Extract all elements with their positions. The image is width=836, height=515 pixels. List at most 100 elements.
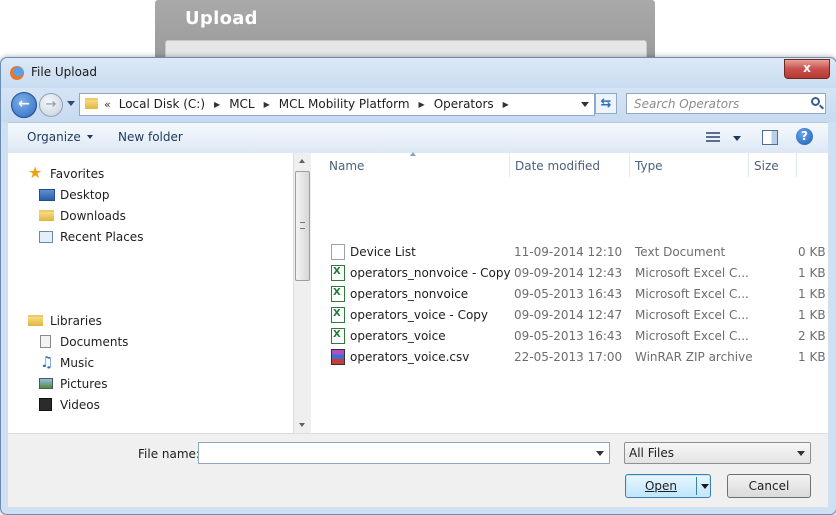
back-arrow-icon: ← <box>18 96 30 112</box>
file-name: operators_nonvoice - Copy <box>350 266 511 280</box>
documents-icon <box>40 335 51 348</box>
organize-button[interactable]: Organize <box>27 130 93 144</box>
breadcrumb-chevron-icon[interactable]: ▶ <box>419 100 425 109</box>
sidebar-item-label: Music <box>60 356 95 370</box>
excel-icon <box>331 286 345 302</box>
music-icon: ♫ <box>40 353 54 371</box>
file-type: Microsoft Excel C... <box>635 308 749 322</box>
refresh-button[interactable]: ⇆ <box>595 93 617 114</box>
file-name: operators_voice <box>350 329 446 343</box>
column-header-type[interactable]: Type <box>635 159 663 173</box>
file-name-field[interactable] <box>198 442 610 464</box>
breadcrumb-operators[interactable]: Operators <box>434 97 494 111</box>
sidebar-item-label: Recent Places <box>60 230 144 244</box>
open-button[interactable]: Open <box>625 474 711 498</box>
search-icon[interactable] <box>811 97 820 106</box>
scroll-down-icon[interactable] <box>299 423 305 427</box>
scroll-up-icon[interactable] <box>299 159 305 163</box>
file-type: Microsoft Excel C... <box>635 287 749 301</box>
file-row[interactable]: operators_nonvoice 09-05-2013 16:43 Micr… <box>311 284 828 305</box>
navigation-scrollbar[interactable] <box>293 153 311 433</box>
open-button-label: Open <box>644 479 678 493</box>
sidebar-item-label: Downloads <box>60 209 126 223</box>
file-date: 09-05-2013 16:43 <box>514 287 623 301</box>
command-toolbar: Organize New folder ? <box>8 122 828 154</box>
address-dropdown-icon[interactable] <box>581 102 589 107</box>
file-type: Microsoft Excel C... <box>635 266 749 280</box>
file-list: Name Date modified Type Size Device List… <box>311 152 828 433</box>
column-divider[interactable] <box>796 153 797 177</box>
recent-places-icon <box>39 231 53 243</box>
refresh-icon: ⇆ <box>600 96 612 111</box>
breadcrumb: « Local Disk (C:) ▶ MCL ▶ MCL Mobility P… <box>104 97 518 111</box>
file-row[interactable]: operators_nonvoice - Copy 09-09-2014 12:… <box>311 263 828 284</box>
cancel-button-label: Cancel <box>748 479 790 493</box>
address-bar[interactable]: « Local Disk (C:) ▶ MCL ▶ MCL Mobility P… <box>79 93 595 116</box>
excel-icon <box>331 265 345 281</box>
file-date: 09-09-2014 12:47 <box>514 308 623 322</box>
sidebar-section-label: Favorites <box>50 167 105 181</box>
sidebar-item-label: Documents <box>60 335 129 349</box>
preview-pane-icon[interactable] <box>762 130 778 145</box>
downloads-folder-icon <box>39 210 54 221</box>
open-options-dropdown-icon[interactable] <box>701 484 709 489</box>
file-name: operators_voice - Copy <box>350 308 489 322</box>
videos-icon <box>39 398 52 411</box>
file-date: 11-09-2014 12:10 <box>514 245 623 259</box>
breadcrumb-overflow[interactable]: « <box>104 98 111 111</box>
breadcrumb-chevron-icon[interactable]: ▶ <box>503 100 509 109</box>
column-divider[interactable] <box>509 153 510 177</box>
navigation-bar: ← → « Local Disk (C:) ▶ MCL ▶ MCL Mobili… <box>1 88 836 122</box>
libraries-icon <box>28 315 43 326</box>
breadcrumb-chevron-icon[interactable]: ▶ <box>214 100 220 109</box>
recent-locations-dropdown-icon[interactable] <box>67 101 75 106</box>
view-options-dropdown-icon[interactable] <box>733 136 741 141</box>
breadcrumb-mcl[interactable]: MCL <box>229 97 254 111</box>
file-date: 09-09-2014 12:43 <box>514 266 623 280</box>
file-upload-dialog: File Upload x ← → « Local Disk (C:) ▶ MC… <box>0 57 836 515</box>
column-header-size[interactable]: Size <box>754 159 779 173</box>
chevron-down-icon <box>797 451 805 456</box>
desktop-icon <box>39 189 55 201</box>
folder-icon <box>85 98 98 109</box>
file-size: 1 KB <box>798 266 826 280</box>
star-icon: ★ <box>28 163 43 182</box>
breadcrumb-chevron-icon[interactable]: ▶ <box>264 100 270 109</box>
dialog-titlebar[interactable]: File Upload x <box>1 58 836 88</box>
cancel-button[interactable]: Cancel <box>727 474 811 498</box>
file-date: 22-05-2013 17:00 <box>514 350 623 364</box>
file-size: 1 KB <box>798 308 826 322</box>
column-divider[interactable] <box>748 153 749 177</box>
help-icon[interactable]: ? <box>796 128 813 145</box>
file-size: 0 KB <box>798 245 826 259</box>
file-row[interactable]: Device List 11-09-2014 12:10 Text Docume… <box>311 242 828 263</box>
new-folder-button[interactable]: New folder <box>118 130 183 144</box>
grip-icon <box>300 222 305 229</box>
file-name-label: File name: <box>138 447 200 461</box>
breadcrumb-mcl-mobility-platform[interactable]: MCL Mobility Platform <box>279 97 410 111</box>
search-input[interactable]: Search Operators <box>626 93 826 114</box>
back-button[interactable]: ← <box>11 92 37 118</box>
file-name-dropdown-icon[interactable] <box>596 451 604 456</box>
column-header-name[interactable]: Name <box>329 159 364 173</box>
column-divider[interactable] <box>629 153 630 177</box>
excel-icon <box>331 328 345 344</box>
organize-label: Organize <box>27 130 81 144</box>
file-date: 09-05-2013 16:43 <box>514 329 623 343</box>
file-type-select[interactable]: All Files <box>624 442 811 464</box>
file-row[interactable]: operators_voice.csv 22-05-2013 17:00 Win… <box>311 347 828 368</box>
file-type: Microsoft Excel C... <box>635 329 749 343</box>
column-header-date-modified[interactable]: Date modified <box>515 159 600 173</box>
close-button[interactable]: x <box>784 59 830 79</box>
sidebar-item-label: Pictures <box>60 377 108 391</box>
firefox-icon <box>10 66 24 80</box>
view-options-icon[interactable] <box>706 132 720 144</box>
breadcrumb-local-disk[interactable]: Local Disk (C:) <box>119 97 205 111</box>
file-row[interactable]: operators_voice - Copy 09-09-2014 12:47 … <box>311 305 828 326</box>
file-name: Device List <box>350 245 416 259</box>
file-row[interactable]: operators_voice 09-05-2013 16:43 Microso… <box>311 326 828 347</box>
file-type: WinRAR ZIP archive <box>635 350 753 364</box>
forward-button[interactable]: → <box>39 93 63 117</box>
scrollbar-thumb[interactable] <box>295 171 310 281</box>
sidebar-section-label: Libraries <box>50 314 102 328</box>
